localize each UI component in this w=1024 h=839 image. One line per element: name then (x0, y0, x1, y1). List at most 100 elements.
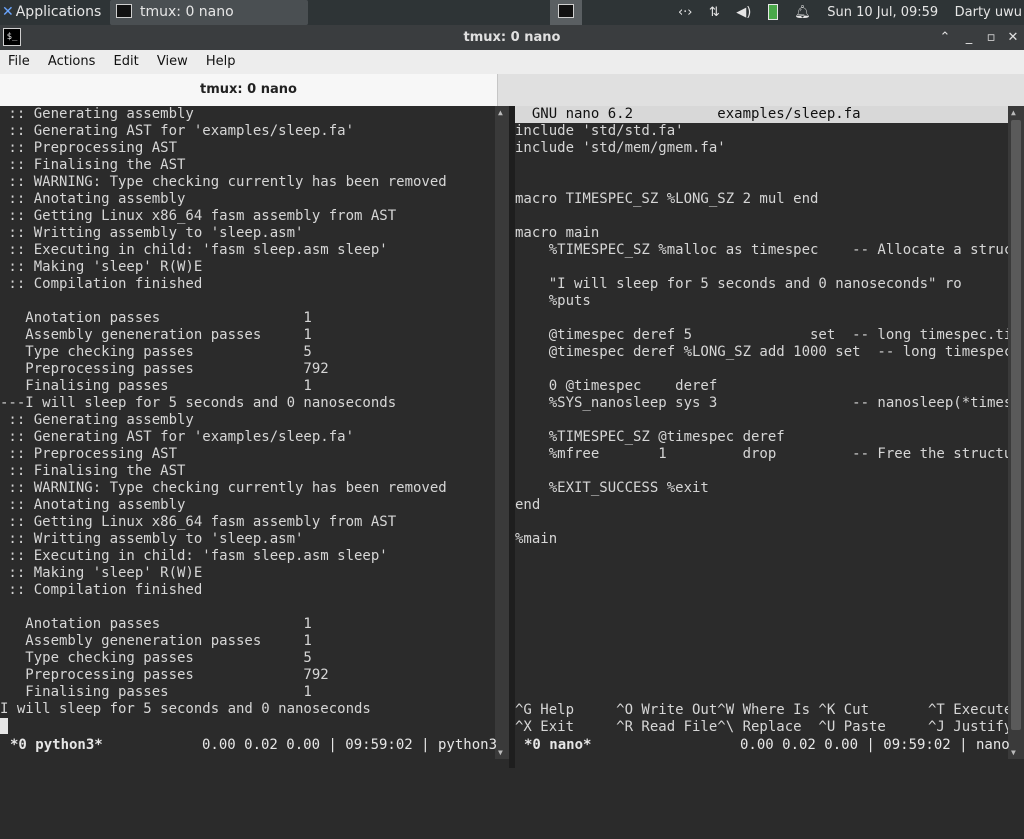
menubar: File Actions Edit View Help (0, 50, 1024, 74)
terminal-output-line: :: Finalising the AST (0, 463, 186, 479)
nano-code-line[interactable] (515, 259, 1008, 276)
left-scrollbar[interactable]: ▲ ▼ (495, 106, 509, 759)
workspace-switcher[interactable] (550, 0, 582, 25)
user-name[interactable]: Darty uwu (955, 0, 1022, 25)
minimize-icon[interactable]: _ (958, 25, 980, 50)
terminal-output-line: :: Generating AST for 'examples/sleep.fa… (0, 429, 355, 445)
window-title: tmux: 0 nano (463, 30, 561, 45)
nano-code-line[interactable] (515, 361, 1008, 378)
terminal-area[interactable]: :: Generating assembly :: Generating AST… (0, 106, 1024, 768)
terminal-output-line (0, 718, 494, 735)
terminal-output-line: Type checking passes 5 (0, 650, 312, 666)
nano-code-line[interactable]: %TIMESPEC_SZ @timespec deref (515, 429, 1008, 446)
nano-code-line[interactable] (515, 412, 1008, 429)
terminal-output-line: :: Compilation finished (0, 582, 203, 598)
terminal-output-line: :: Making 'sleep' R(W)E (0, 565, 203, 581)
terminal-output-line: :: Getting Linux x86_64 fasm assembly fr… (0, 208, 397, 224)
nano-code-line[interactable]: %mfree 1 drop -- Free the structure (515, 446, 1008, 463)
menu-help[interactable]: Help (200, 50, 242, 74)
tmux-status-bar: *0 python3* 0.00 0.02 0.00 | 09:59:02 | … (0, 737, 1024, 754)
nano-code-line[interactable]: %puts (515, 293, 1008, 310)
scroll-thumb[interactable] (1011, 120, 1021, 730)
window-titlebar[interactable]: $_ tmux: 0 nano ⌃ _ ▫ ✕ (0, 25, 1024, 50)
left-pane-python3[interactable]: :: Generating assembly :: Generating AST… (0, 106, 494, 759)
close-icon[interactable]: ✕ (1002, 25, 1024, 50)
nano-code-line[interactable]: @timespec deref 5 set -- long timespec.t… (515, 327, 1008, 344)
nano-code-line[interactable] (515, 463, 1008, 480)
scroll-up-icon[interactable]: ▲ (498, 108, 503, 117)
nano-code-line[interactable]: "I will sleep for 5 seconds and 0 nanose… (515, 276, 1008, 293)
nano-editor-body[interactable]: include 'std/std.fa' include 'std/mem/gme… (515, 123, 1008, 548)
nano-code-line[interactable]: %main (515, 531, 1008, 548)
terminal-output-line: Anotation passes 1 (0, 310, 312, 326)
right-scrollbar[interactable]: ▲ ▼ (1008, 106, 1024, 759)
status-info-left: 0.00 0.02 0.00 | 09:59:02 | python3 (202, 737, 498, 753)
terminal-output-line: Preprocessing passes 792 (0, 361, 329, 377)
nano-code-line[interactable]: include 'std/std.fa' (515, 123, 1008, 140)
terminal-cursor (0, 718, 9, 734)
volume-icon[interactable]: ◀) (736, 0, 751, 25)
nano-code-line[interactable]: macro TIMESPEC_SZ %LONG_SZ 2 mul end (515, 191, 1008, 208)
top-panel: ✕ Applications tmux: 0 nano ‹·› ⇅ ◀) 🔔︎ S… (0, 0, 1024, 25)
nano-code-line[interactable]: 0 @timespec deref (515, 378, 1008, 395)
network-icon[interactable]: ⇅ (709, 0, 720, 25)
terminal-output-line: Assembly geneneration passes 1 (0, 633, 312, 649)
nano-shortcuts-row-1: ^G Help ^O Write Out^W Where Is ^K Cut ^… (515, 702, 1008, 718)
menu-edit[interactable]: Edit (108, 50, 145, 74)
battery-icon[interactable] (767, 4, 778, 20)
terminal-output-line: :: Anotating assembly (0, 191, 186, 207)
terminal-output-line: :: Generating AST for 'examples/sleep.fa… (0, 123, 355, 139)
terminal-output-line: :: Writting assembly to 'sleep.asm' (0, 531, 304, 547)
applications-menu[interactable]: ✕ Applications (0, 0, 101, 25)
terminal-output-line: :: Making 'sleep' R(W)E (0, 259, 203, 275)
code-icon[interactable]: ‹·› (678, 0, 693, 25)
nano-code-line[interactable] (515, 174, 1008, 191)
system-tray: ‹·› ⇅ ◀) 🔔︎ Sun 10 Jul, 09:59 Darty uwu (672, 0, 1024, 25)
nano-code-line[interactable]: macro main (515, 225, 1008, 242)
nano-code-line[interactable] (515, 208, 1008, 225)
applications-label: Applications (15, 4, 102, 20)
terminal-output-line: Finalising passes 1 (0, 684, 312, 700)
tab-strip: tmux: 0 nano (0, 74, 1024, 106)
menu-view[interactable]: View (151, 50, 194, 74)
clock[interactable]: Sun 10 Jul, 09:59 (827, 0, 938, 25)
taskbar-item-label: tmux: 0 nano (140, 4, 234, 20)
nano-code-line[interactable]: include 'std/mem/gmem.fa' (515, 140, 1008, 157)
terminal-output-line: Preprocessing passes 792 (0, 667, 329, 683)
terminal-output-line: Type checking passes 5 (0, 344, 312, 360)
terminal-output-line: :: Finalising the AST (0, 157, 186, 173)
taskbar-item-tmux[interactable]: tmux: 0 nano (110, 0, 308, 25)
nano-code-line[interactable] (515, 514, 1008, 531)
restore-icon[interactable]: ▫ (980, 25, 1002, 50)
status-info-right: 0.00 0.02 0.00 | 09:59:02 | nano (740, 737, 1010, 753)
nano-code-line[interactable]: %SYS_nanosleep sys 3 -- nanosleep(*times… (515, 395, 1008, 412)
terminal-output-line: :: Executing in child: 'fasm sleep.asm s… (0, 548, 388, 564)
terminal-output-line: :: Generating assembly (0, 106, 194, 122)
nano-code-line[interactable] (515, 310, 1008, 327)
terminal-output-line: :: WARNING: Type checking currently has … (0, 480, 447, 496)
menu-actions[interactable]: Actions (42, 50, 102, 74)
nano-code-line[interactable]: %EXIT_SUCCESS %exit (515, 480, 1008, 497)
nano-header: GNU nano 6.2 examples/sleep.fa (515, 106, 1008, 123)
menu-file[interactable]: File (2, 50, 36, 74)
status-window-nano: *0 nano* (524, 737, 592, 753)
terminal-output-line: :: WARNING: Type checking currently has … (0, 174, 447, 190)
maximize-icon[interactable]: ⌃ (934, 25, 956, 50)
nano-code-line[interactable]: end (515, 497, 1008, 514)
notification-bell-icon[interactable]: 🔔︎ (794, 0, 811, 25)
terminal-output-line: :: Preprocessing AST (0, 140, 178, 156)
nano-code-line[interactable]: %TIMESPEC_SZ %malloc as timespec -- Allo… (515, 242, 1008, 259)
terminal-output-line: I will sleep for 5 seconds and 0 nanosec… (0, 701, 371, 717)
terminal-output-line: :: Executing in child: 'fasm sleep.asm s… (0, 242, 388, 258)
right-pane-nano[interactable]: GNU nano 6.2 examples/sleep.fa include '… (515, 106, 1008, 759)
terminal-output-line: :: Generating assembly (0, 412, 194, 428)
terminal-output-line: Assembly geneneration passes 1 (0, 327, 312, 343)
terminal-output-line: :: Anotating assembly (0, 497, 186, 513)
tab-tmux[interactable]: tmux: 0 nano (0, 74, 498, 106)
nano-code-line[interactable] (515, 157, 1008, 174)
scroll-up-icon[interactable]: ▲ (1011, 108, 1016, 117)
workspace-terminal-icon (558, 4, 574, 18)
nano-code-line[interactable]: @timespec deref %LONG_SZ add 1000 set --… (515, 344, 1008, 361)
